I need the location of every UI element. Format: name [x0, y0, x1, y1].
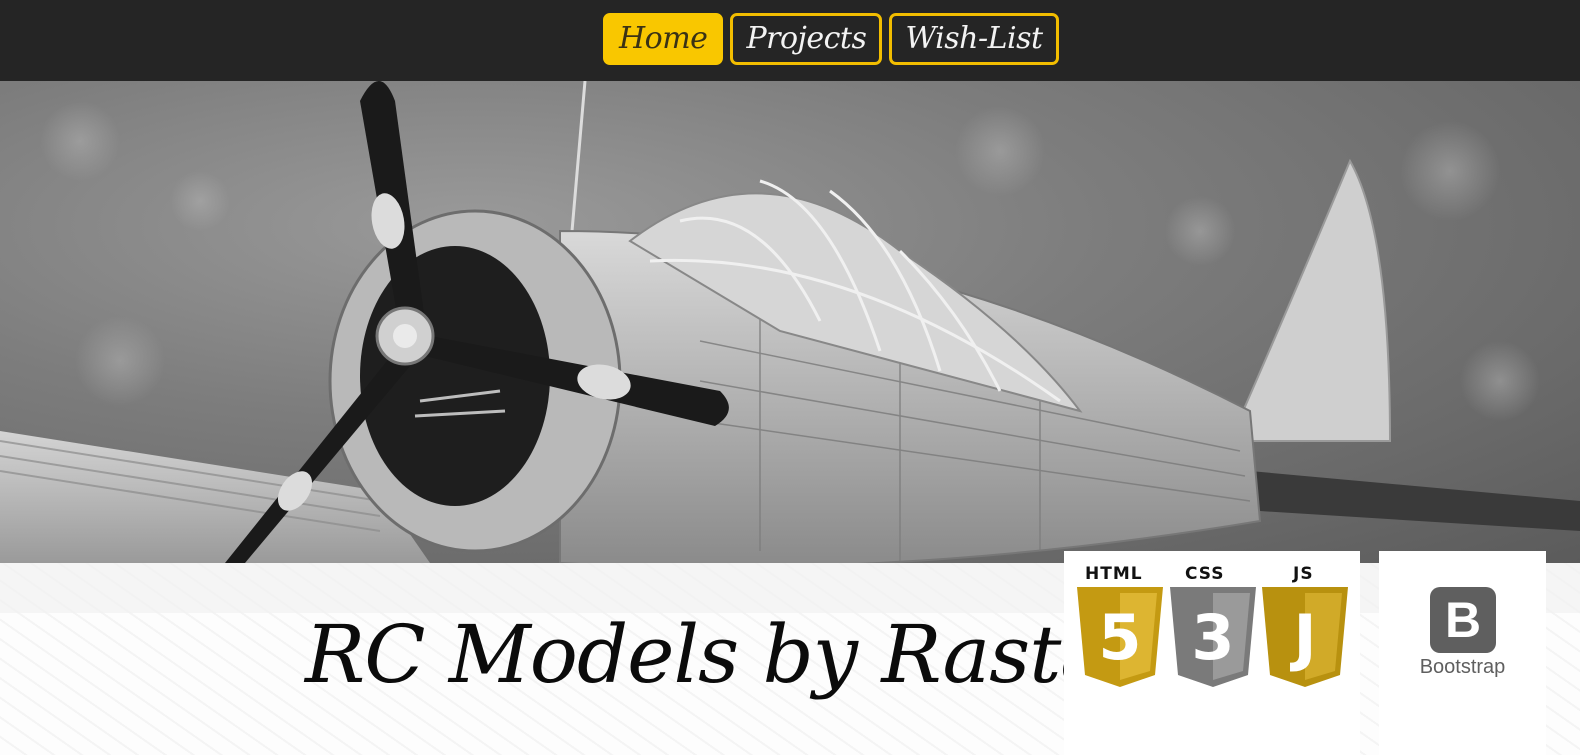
- css-label: CSS: [1185, 564, 1225, 584]
- bootstrap-label: Bootstrap: [1419, 656, 1506, 678]
- tech-badges: HTML CSS JS 5 3 J: [1064, 551, 1360, 755]
- tail-plane: [1250, 471, 1580, 531]
- nav-menu: Home Projects Wish-List: [603, 13, 1059, 65]
- nav-wish-list-button[interactable]: Wish-List: [889, 13, 1059, 65]
- bootstrap-badge: B Bootstrap: [1379, 551, 1546, 755]
- html5-shield-icon: 5: [1077, 587, 1163, 687]
- top-nav-bar: Home Projects Wish-List: [0, 0, 1580, 81]
- svg-text:3: 3: [1191, 601, 1234, 674]
- nav-home-button[interactable]: Home: [603, 13, 724, 65]
- airplane-illustration: [0, 81, 1580, 563]
- nav-projects-button[interactable]: Projects: [730, 13, 883, 65]
- site-title: RC Models by Rastan: [305, 608, 1159, 701]
- svg-text:5: 5: [1098, 601, 1141, 674]
- js-label: JS: [1293, 564, 1314, 584]
- tail-fin: [1228, 158, 1392, 442]
- js-shield-icon: J: [1262, 587, 1348, 687]
- svg-text:J: J: [1289, 601, 1316, 674]
- css3-shield-icon: 3: [1170, 587, 1256, 687]
- html-label: HTML: [1085, 564, 1143, 584]
- bootstrap-logo-icon: B: [1430, 587, 1496, 653]
- hero-airplane-image: [0, 81, 1580, 563]
